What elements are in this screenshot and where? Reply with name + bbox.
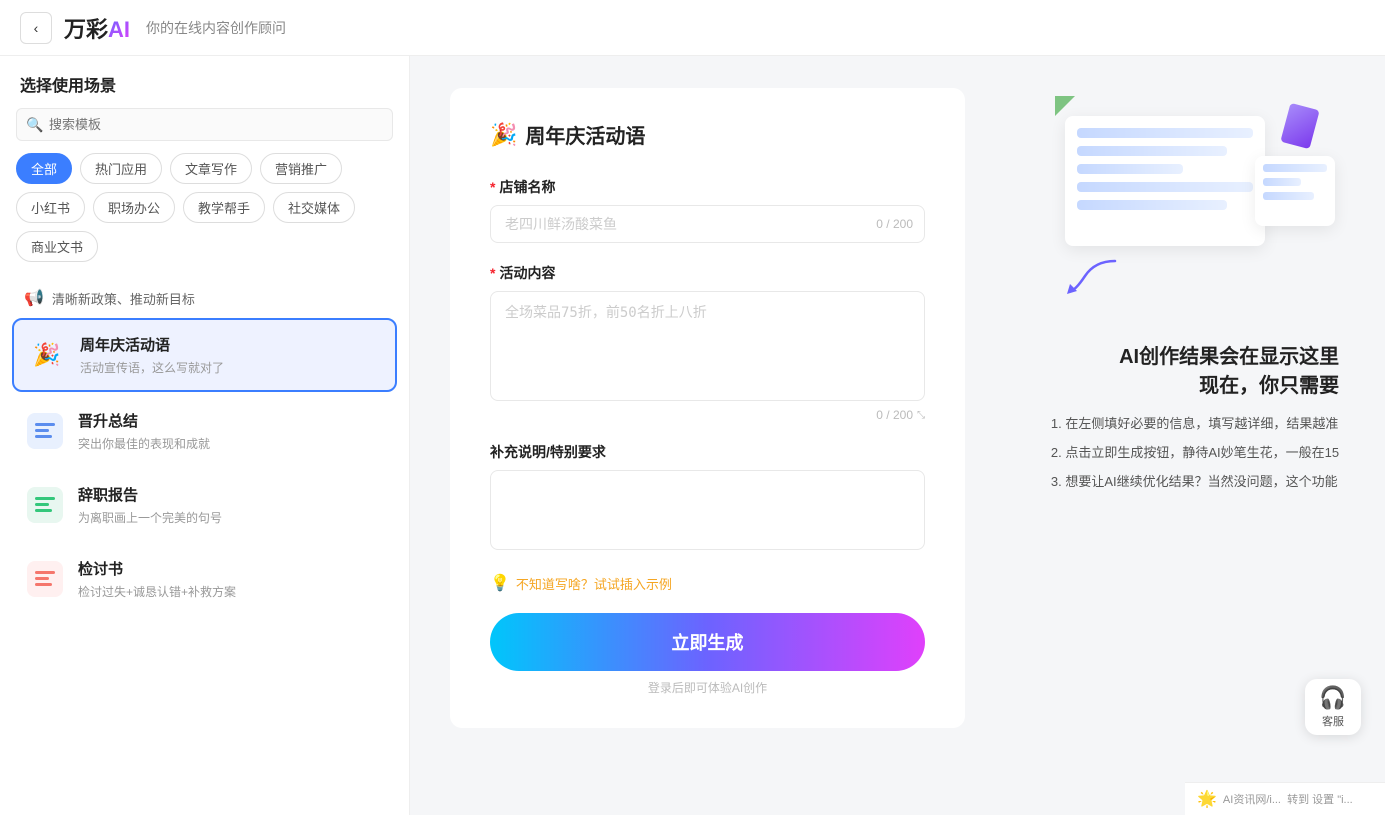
back-icon: ‹ bbox=[34, 20, 39, 36]
illus-mini-line-2 bbox=[1263, 178, 1301, 186]
template-name-promotion: 晋升总结 bbox=[78, 410, 385, 431]
template-desc-anniversary: 活动宣传语，这么写就对了 bbox=[80, 359, 383, 376]
tag-social[interactable]: 社交媒体 bbox=[273, 192, 355, 223]
illus-main-card bbox=[1065, 116, 1265, 246]
tag-office[interactable]: 职场办公 bbox=[93, 192, 175, 223]
store-name-count: 0 / 200 bbox=[876, 217, 913, 231]
cs-icon: 🎧 bbox=[1319, 685, 1346, 711]
template-icon-reflection bbox=[24, 558, 66, 600]
illus-line-2 bbox=[1077, 146, 1227, 156]
search-input[interactable] bbox=[16, 108, 393, 141]
template-info-anniversary: 周年庆活动语 活动宣传语，这么写就对了 bbox=[80, 334, 383, 376]
template-name-reflection: 检讨书 bbox=[78, 558, 385, 579]
illus-mini-line-3 bbox=[1263, 192, 1314, 200]
form-area: 🎉 周年庆活动语 * 店铺名称 0 / 200 bbox=[410, 56, 1005, 815]
supplement-label: 补充说明/特别要求 bbox=[490, 442, 925, 462]
store-name-label: * 店铺名称 bbox=[490, 177, 925, 197]
logo-subtitle: 你的在线内容创作顾问 bbox=[146, 18, 286, 38]
illus-line-4 bbox=[1077, 182, 1253, 192]
preview-title: AI创作结果会在显示这里 现在，你只需要 bbox=[1051, 340, 1339, 398]
form-title: 🎉 周年庆活动语 bbox=[490, 120, 925, 149]
supplement-input[interactable] bbox=[490, 470, 925, 550]
template-item-promotion[interactable]: 晋升总结 突出你最佳的表现和成就 bbox=[12, 396, 397, 466]
template-name-anniversary: 周年庆活动语 bbox=[80, 334, 383, 355]
template-list: 📢 清晰新政策、推动新目标 🎉 周年庆活动语 活动宣传语，这么写就对了 bbox=[0, 270, 409, 815]
template-icon-resignation bbox=[24, 484, 66, 526]
announcement-text: 清晰新政策、推动新目标 bbox=[52, 289, 195, 308]
resize-handle-1: ⤡ bbox=[917, 410, 925, 421]
template-icon-promotion bbox=[24, 410, 66, 452]
illus-line-5 bbox=[1077, 200, 1227, 210]
template-desc-resignation: 为离职画上一个完美的句号 bbox=[78, 509, 385, 526]
activity-content-group: * 活动内容 0 / 200 ⤡ bbox=[490, 263, 925, 422]
tag-article[interactable]: 文章写作 bbox=[170, 153, 252, 184]
preview-description: AI创作结果会在显示这里 现在，你只需要 1. 在左侧填好必要的信息，填写越详细… bbox=[1051, 340, 1339, 500]
activity-content-label: * 活动内容 bbox=[490, 263, 925, 283]
tag-teaching[interactable]: 教学帮手 bbox=[183, 192, 265, 223]
filter-tags: 全部 热门应用 文章写作 营销推广 小红书 职场办公 教学帮手 社交媒体 商业文… bbox=[0, 153, 409, 270]
purple-page-decoration bbox=[1280, 103, 1319, 149]
form-title-icon: 🎉 bbox=[490, 122, 517, 148]
green-decoration bbox=[1055, 96, 1075, 116]
store-name-group: * 店铺名称 0 / 200 bbox=[490, 177, 925, 243]
preview-step-2: 2. 点击立即生成按钮，静待AI妙笔生花，一般在15 bbox=[1051, 443, 1339, 464]
generate-hint: 登录后即可体验AI创作 bbox=[490, 679, 925, 696]
illus-mini-card bbox=[1255, 156, 1335, 226]
tag-xiaohongshu[interactable]: 小红书 bbox=[16, 192, 85, 223]
logo-text: 万彩AI bbox=[64, 12, 130, 44]
preview-illustration bbox=[1055, 96, 1335, 316]
preview-steps: 1. 在左侧填好必要的信息，填写越详细，结果越准 2. 点击立即生成按钮，静待A… bbox=[1051, 414, 1339, 492]
supplement-group: 补充说明/特别要求 bbox=[490, 442, 925, 553]
required-star-1: * bbox=[490, 179, 495, 195]
template-desc-promotion: 突出你最佳的表现和成就 bbox=[78, 435, 385, 452]
store-name-input[interactable] bbox=[490, 205, 925, 243]
illus-line-3 bbox=[1077, 164, 1183, 174]
tag-marketing[interactable]: 营销推广 bbox=[260, 153, 342, 184]
generate-button[interactable]: 立即生成 bbox=[490, 613, 925, 671]
template-desc-reflection: 检讨过失+诚恳认错+补救方案 bbox=[78, 583, 385, 600]
sidebar: 选择使用场景 🔍 全部 热门应用 文章写作 营销推广 小红书 职场办公 教学帮手… bbox=[0, 56, 410, 815]
hint-link[interactable]: 💡 不知道写啥？试试插入示例 bbox=[490, 573, 925, 593]
hint-text: 不知道写啥？试试插入示例 bbox=[516, 574, 672, 593]
preview-step-3: 3. 想要让AI继续优化结果？当然没问题，这个功能 bbox=[1051, 472, 1339, 493]
template-item-anniversary[interactable]: 🎉 周年庆活动语 活动宣传语，这么写就对了 bbox=[12, 318, 397, 392]
template-item-reflection[interactable]: 检讨书 检讨过失+诚恳认错+补救方案 bbox=[12, 544, 397, 614]
preview-step-1: 1. 在左侧填好必要的信息，填写越详细，结果越准 bbox=[1051, 414, 1339, 435]
required-star-2: * bbox=[490, 265, 495, 281]
announcement-icon: 📢 bbox=[24, 288, 44, 308]
template-info-resignation: 辞职报告 为离职画上一个完美的句号 bbox=[78, 484, 385, 526]
arrow-decoration bbox=[1065, 256, 1125, 296]
template-info-promotion: 晋升总结 突出你最佳的表现和成就 bbox=[78, 410, 385, 452]
tag-business[interactable]: 商业文书 bbox=[16, 231, 98, 262]
template-name-resignation: 辞职报告 bbox=[78, 484, 385, 505]
form-title-text: 周年庆活动语 bbox=[525, 120, 645, 149]
sidebar-title: 选择使用场景 bbox=[0, 56, 409, 108]
template-info-reflection: 检讨书 检讨过失+诚恳认错+补救方案 bbox=[78, 558, 385, 600]
activity-content-input[interactable] bbox=[490, 291, 925, 401]
tag-hot[interactable]: 热门应用 bbox=[80, 153, 162, 184]
form-card: 🎉 周年庆活动语 * 店铺名称 0 / 200 bbox=[450, 88, 965, 728]
bottom-banner: 🌟 AI资讯网/i... 转到 设置 "i... bbox=[1185, 782, 1385, 815]
bottom-banner-icon: 🌟 bbox=[1197, 789, 1217, 809]
tag-all[interactable]: 全部 bbox=[16, 153, 72, 184]
template-icon-anniversary: 🎉 bbox=[26, 334, 68, 376]
cs-label: 客服 bbox=[1322, 713, 1344, 729]
customer-service-button[interactable]: 🎧 客服 bbox=[1305, 679, 1361, 735]
header: ‹ 万彩AI 你的在线内容创作顾问 bbox=[0, 0, 1385, 56]
back-button[interactable]: ‹ bbox=[20, 12, 52, 44]
logo-area: 万彩AI 你的在线内容创作顾问 bbox=[64, 12, 286, 44]
activity-content-footer: 0 / 200 ⤡ bbox=[490, 408, 925, 422]
search-box: 🔍 bbox=[16, 108, 393, 141]
search-icon: 🔍 bbox=[26, 116, 43, 133]
main-content: 选择使用场景 🔍 全部 热门应用 文章写作 营销推广 小红书 职场办公 教学帮手… bbox=[0, 56, 1385, 815]
store-name-input-wrapper: 0 / 200 bbox=[490, 205, 925, 243]
activity-content-count: 0 / 200 bbox=[876, 408, 913, 422]
illus-line-1 bbox=[1077, 128, 1253, 138]
announcement-item: 📢 清晰新政策、推动新目标 bbox=[12, 278, 397, 318]
bottom-banner-text: AI资讯网/i... 转到 设置 "i... bbox=[1223, 791, 1353, 807]
illus-mini-line-1 bbox=[1263, 164, 1327, 172]
template-item-resignation[interactable]: 辞职报告 为离职画上一个完美的句号 bbox=[12, 470, 397, 540]
hint-icon: 💡 bbox=[490, 573, 510, 593]
